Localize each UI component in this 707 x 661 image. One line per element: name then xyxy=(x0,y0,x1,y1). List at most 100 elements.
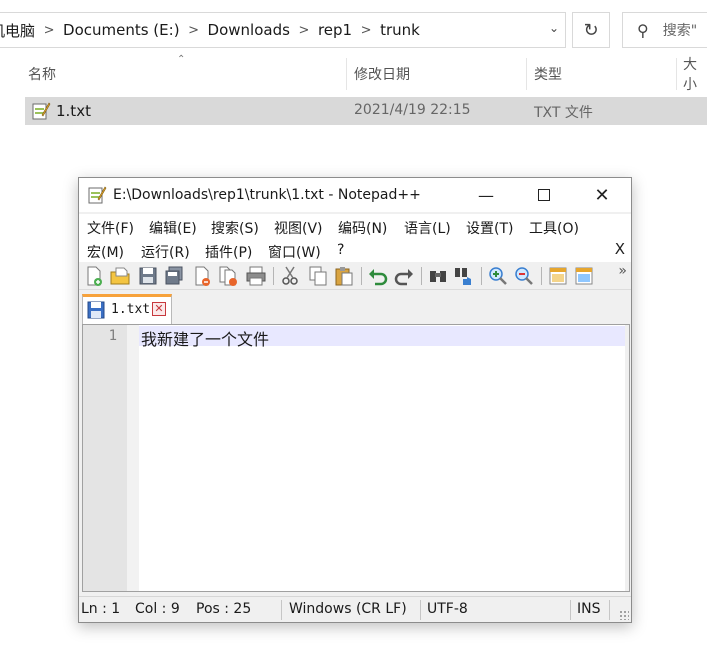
status-bar: Ln : 1 Col : 9 Pos : 25 Windows (CR LF) … xyxy=(79,596,631,622)
notepad-plus-plus-window: E:\Downloads\rep1\trunk\1.txt - Notepad+… xyxy=(78,177,632,623)
open-file-icon[interactable] xyxy=(109,265,131,287)
refresh-icon: ↻ xyxy=(583,19,599,41)
menu-bar: 文件(F) 编辑(E) 搜索(S) 视图(V) 编码(N) 语言(L) 设置(T… xyxy=(79,214,631,262)
tab-close-button[interactable]: ✕ xyxy=(152,302,166,316)
tab-label: 1.txt xyxy=(111,302,151,317)
minimize-icon: — xyxy=(478,185,494,205)
search-input[interactable]: ⚲ 搜索" xyxy=(622,12,707,48)
status-divider xyxy=(281,600,282,620)
menu-encoding[interactable]: 编码(N) xyxy=(338,218,387,238)
tab-1-txt[interactable]: 1.txt ✕ xyxy=(82,294,172,324)
sync-vertical-icon[interactable] xyxy=(547,265,569,287)
editor-area[interactable]: 1 我新建了一个文件 xyxy=(82,324,630,592)
menu-window[interactable]: 窗口(W) xyxy=(268,242,321,262)
refresh-button[interactable]: ↻ xyxy=(572,12,610,48)
zoom-in-icon[interactable] xyxy=(487,265,509,287)
file-name: 1.txt xyxy=(56,102,91,120)
save-all-icon[interactable] xyxy=(163,265,185,287)
column-header-date[interactable]: 修改日期 xyxy=(354,58,410,90)
toolbar-separator xyxy=(273,267,274,285)
redo-icon[interactable] xyxy=(393,265,415,287)
maximize-button[interactable] xyxy=(515,178,573,212)
status-position: Pos : 25 xyxy=(196,601,252,617)
search-icon: ⚲ xyxy=(637,20,649,40)
column-divider[interactable] xyxy=(676,58,677,90)
column-header-type[interactable]: 类型 xyxy=(534,58,562,90)
column-header-name[interactable]: 名称 xyxy=(28,58,56,90)
copy-icon[interactable] xyxy=(307,265,329,287)
line-number-gutter: 1 xyxy=(83,325,127,591)
toolbar-overflow-button[interactable]: » xyxy=(618,263,627,279)
breadcrumb-this-pc[interactable]: 机电脑 xyxy=(0,13,35,47)
save-icon[interactable] xyxy=(137,265,159,287)
close-document-button[interactable]: X xyxy=(615,240,625,258)
line-number: 1 xyxy=(108,328,117,344)
status-divider xyxy=(420,600,421,620)
zoom-out-icon[interactable] xyxy=(513,265,535,287)
menu-tools[interactable]: 工具(O) xyxy=(529,218,579,238)
toolbar-separator xyxy=(541,267,542,285)
editor-edge xyxy=(625,325,629,591)
notepad-app-icon xyxy=(87,185,107,209)
close-window-button[interactable]: ✕ xyxy=(573,178,631,212)
sync-horizontal-icon[interactable] xyxy=(573,265,595,287)
status-divider xyxy=(609,600,610,620)
file-type: TXT 文件 xyxy=(534,105,593,121)
undo-icon[interactable] xyxy=(367,265,389,287)
status-line: Ln : 1 xyxy=(81,601,121,617)
breadcrumb-rep1[interactable]: rep1 xyxy=(318,13,352,47)
menu-edit[interactable]: 编辑(E) xyxy=(149,218,197,238)
close-file-icon[interactable] xyxy=(191,265,213,287)
address-bar[interactable]: 机电脑 > Documents (E:) > Downloads > rep1 … xyxy=(0,12,566,48)
window-title: E:\Downloads\rep1\trunk\1.txt - Notepad+… xyxy=(113,187,421,203)
menu-language[interactable]: 语言(L) xyxy=(404,218,451,238)
menu-plugins[interactable]: 插件(P) xyxy=(205,242,252,262)
menu-help[interactable]: ? xyxy=(337,242,344,258)
replace-icon[interactable] xyxy=(453,265,475,287)
editor-line-text[interactable]: 我新建了一个文件 xyxy=(141,326,269,350)
fold-margin[interactable] xyxy=(127,325,139,591)
find-icon[interactable] xyxy=(427,265,449,287)
chevron-right-icon[interactable]: > xyxy=(35,23,63,38)
close-all-icon[interactable] xyxy=(217,265,239,287)
close-icon: ✕ xyxy=(594,184,610,206)
print-icon[interactable] xyxy=(245,265,267,287)
menu-file[interactable]: 文件(F) xyxy=(87,218,134,238)
cut-icon[interactable] xyxy=(279,265,301,287)
chevron-right-icon[interactable]: > xyxy=(290,23,318,38)
menu-settings[interactable]: 设置(T) xyxy=(466,218,513,238)
resize-grip[interactable] xyxy=(619,610,629,620)
breadcrumb-documents[interactable]: Documents (E:) xyxy=(63,13,180,47)
column-divider[interactable] xyxy=(526,58,527,90)
sort-ascending-icon: ⌃ xyxy=(177,54,186,65)
file-row[interactable]: 1.txt 2021/4/19 22:15 TXT 文件 xyxy=(25,97,707,125)
file-modified-date: 2021/4/19 22:15 xyxy=(354,102,471,118)
status-insert-mode[interactable]: INS xyxy=(577,601,601,617)
toolbar-separator xyxy=(421,267,422,285)
minimize-button[interactable]: — xyxy=(457,178,515,212)
menu-search[interactable]: 搜索(S) xyxy=(211,218,259,238)
menu-run[interactable]: 运行(R) xyxy=(141,242,190,262)
chevron-down-icon[interactable]: ⌄ xyxy=(549,21,559,35)
column-header-size[interactable]: 大小 xyxy=(683,57,707,93)
breadcrumb-trunk[interactable]: trunk xyxy=(380,13,420,47)
menu-view[interactable]: 视图(V) xyxy=(274,218,323,238)
status-encoding[interactable]: UTF-8 xyxy=(427,601,468,617)
tab-bar: 1.txt ✕ xyxy=(79,291,631,324)
title-bar[interactable]: E:\Downloads\rep1\trunk\1.txt - Notepad+… xyxy=(79,178,631,212)
column-divider[interactable] xyxy=(346,58,347,90)
saved-file-icon xyxy=(87,301,105,323)
chevron-right-icon[interactable]: > xyxy=(180,23,208,38)
status-divider xyxy=(570,600,571,620)
search-placeholder: 搜索" xyxy=(662,23,698,39)
paste-icon[interactable] xyxy=(333,265,355,287)
toolbar: » xyxy=(79,262,631,290)
breadcrumb-downloads[interactable]: Downloads xyxy=(208,13,290,47)
notepad-file-icon xyxy=(31,101,51,125)
toolbar-separator xyxy=(481,267,482,285)
status-eol[interactable]: Windows (CR LF) xyxy=(289,601,407,617)
chevron-right-icon[interactable]: > xyxy=(352,23,380,38)
new-file-icon[interactable] xyxy=(83,265,105,287)
menu-macro[interactable]: 宏(M) xyxy=(87,242,124,262)
toolbar-separator xyxy=(361,267,362,285)
